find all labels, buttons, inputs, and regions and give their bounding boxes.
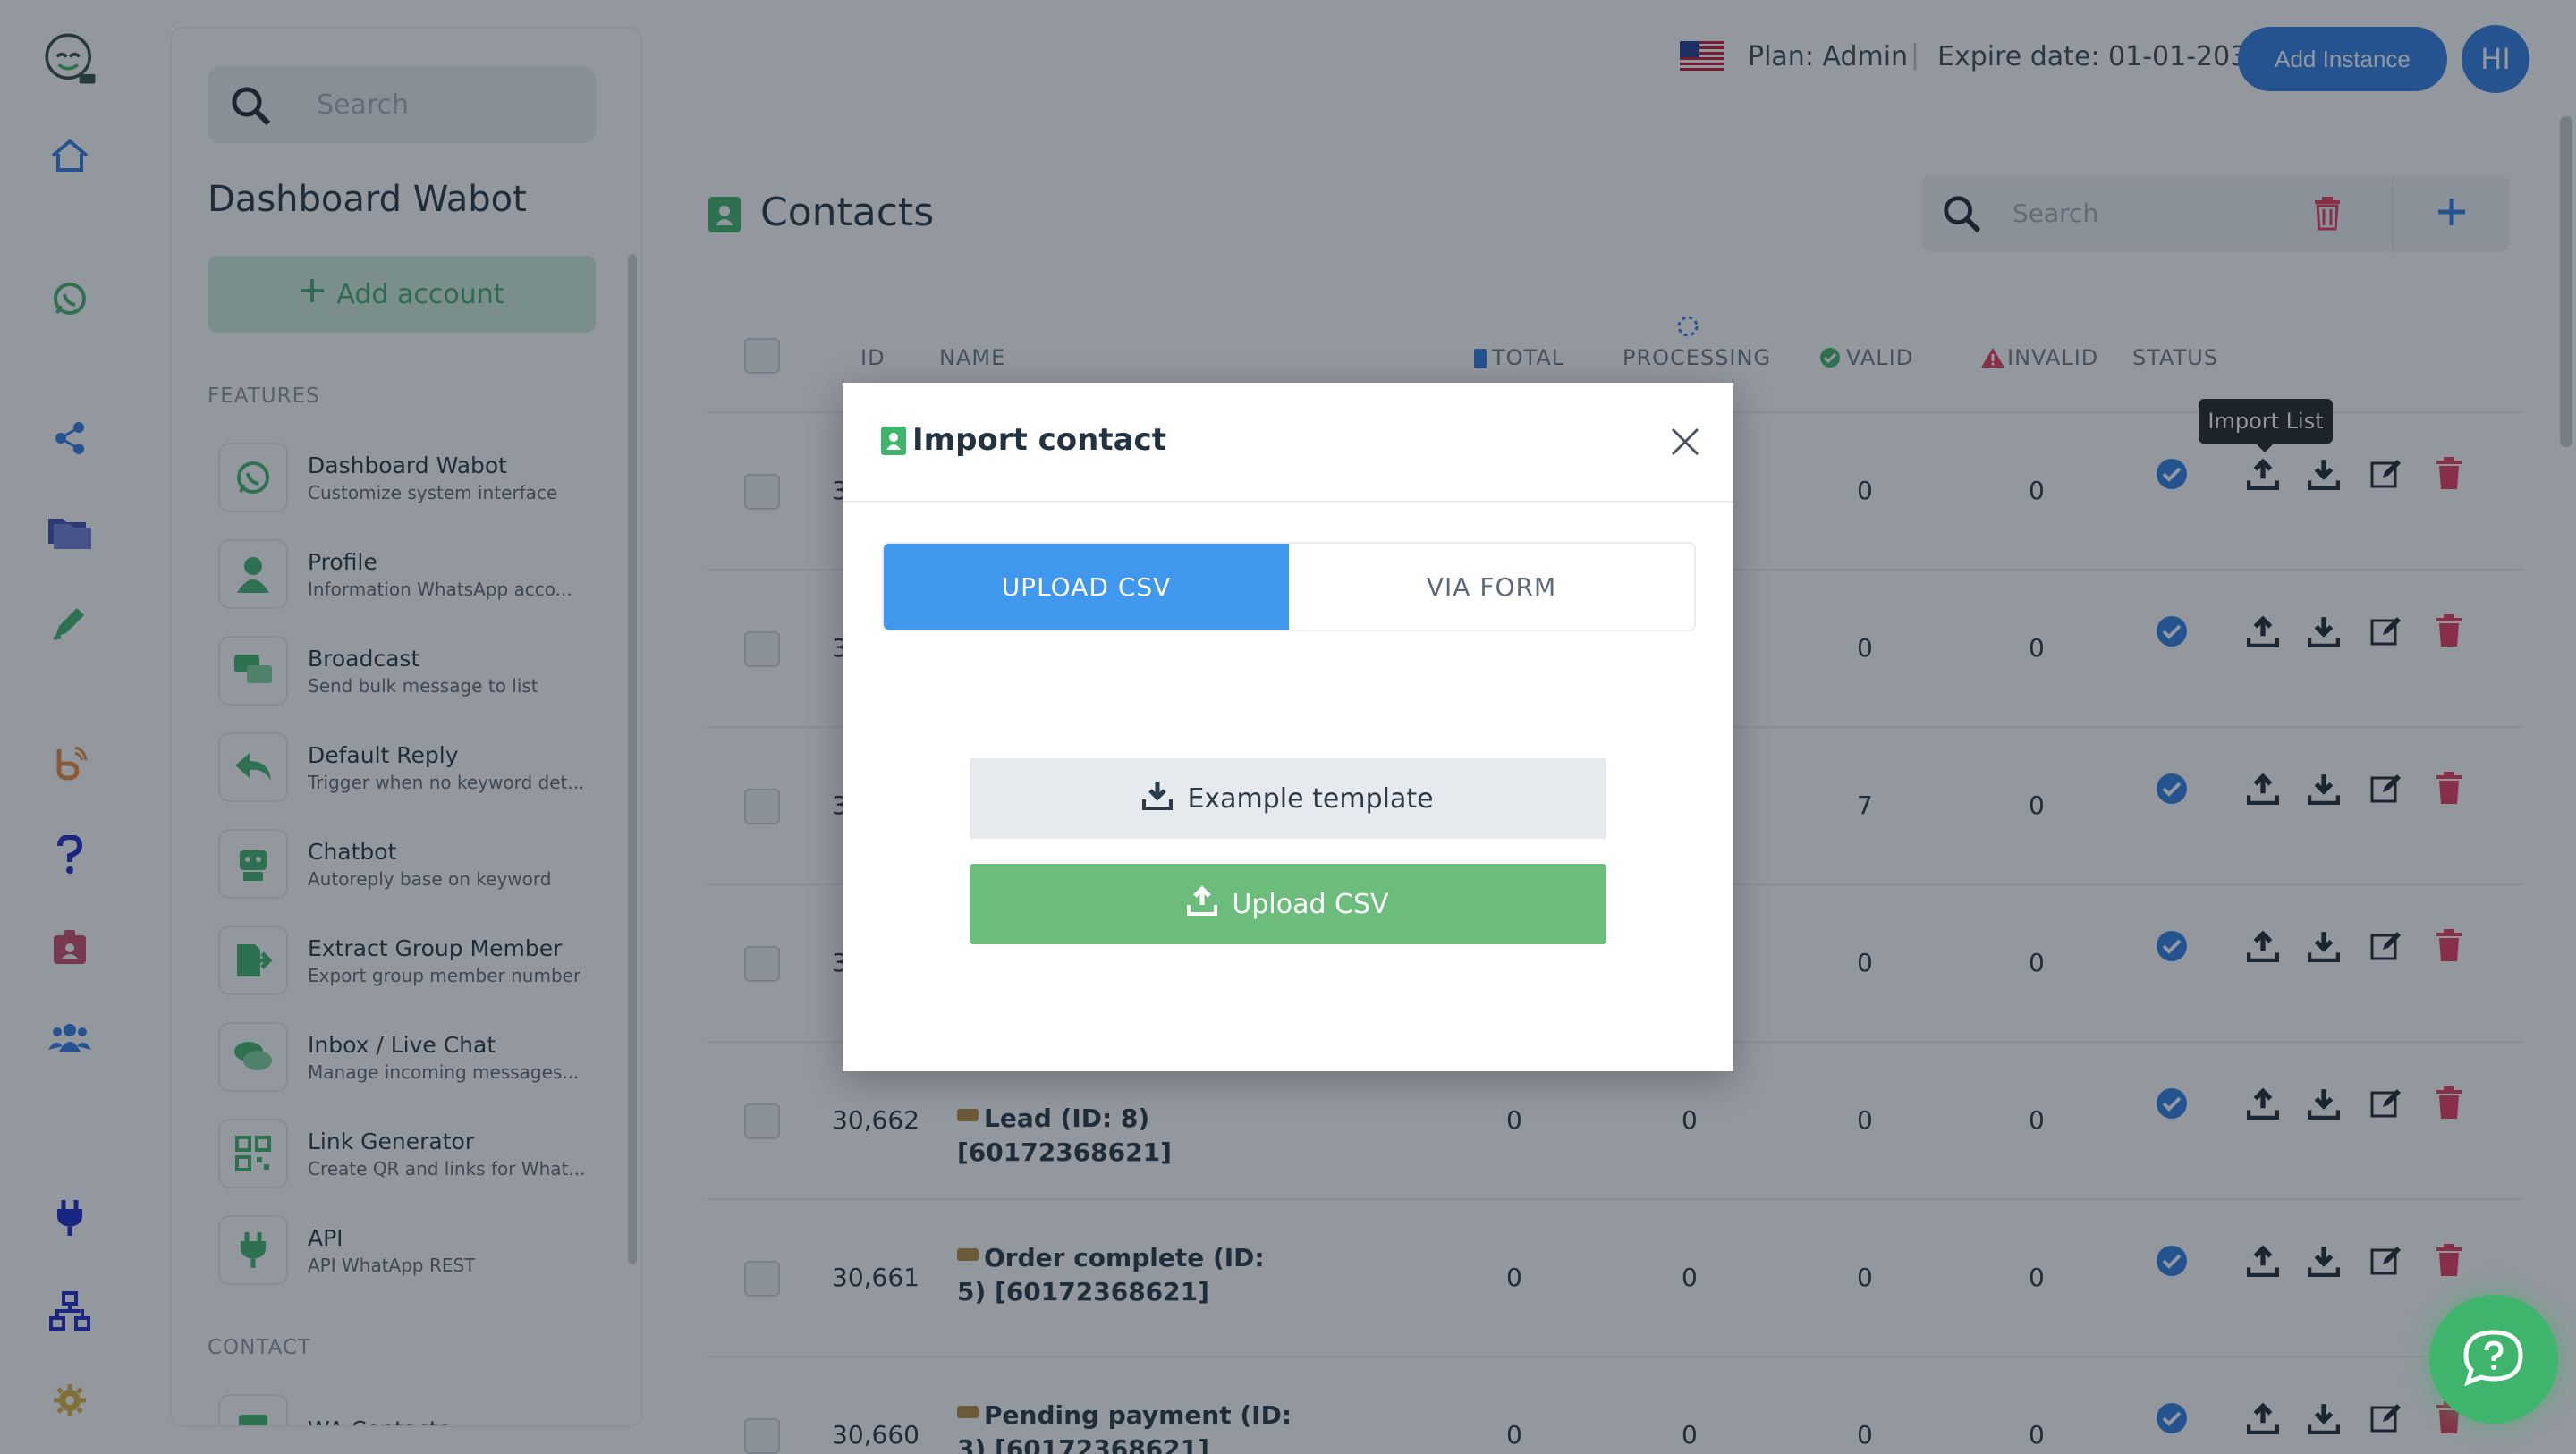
import-contact-modal: Import contact UPLOAD CSV VIA FORM Examp… <box>843 383 1733 1071</box>
close-icon[interactable] <box>1667 424 1703 460</box>
help-chat-button[interactable] <box>2429 1295 2558 1424</box>
modal-header: Import contact <box>843 383 1733 503</box>
example-template-button[interactable]: Example template <box>970 758 1606 839</box>
import-tabs: UPLOAD CSV VIA FORM <box>882 542 1696 631</box>
example-template-label: Example template <box>1187 782 1434 815</box>
tab-upload-csv[interactable]: UPLOAD CSV <box>884 544 1289 630</box>
download-icon <box>1142 780 1174 817</box>
modal-title: Import contact <box>912 422 1166 458</box>
upload-icon <box>1187 885 1218 923</box>
question-chat-icon <box>2462 1329 2525 1390</box>
contact-card-icon <box>880 426 907 460</box>
upload-csv-button[interactable]: Upload CSV <box>970 864 1606 944</box>
tab-via-form[interactable]: VIA FORM <box>1289 544 1694 630</box>
upload-csv-label: Upload CSV <box>1232 888 1389 920</box>
